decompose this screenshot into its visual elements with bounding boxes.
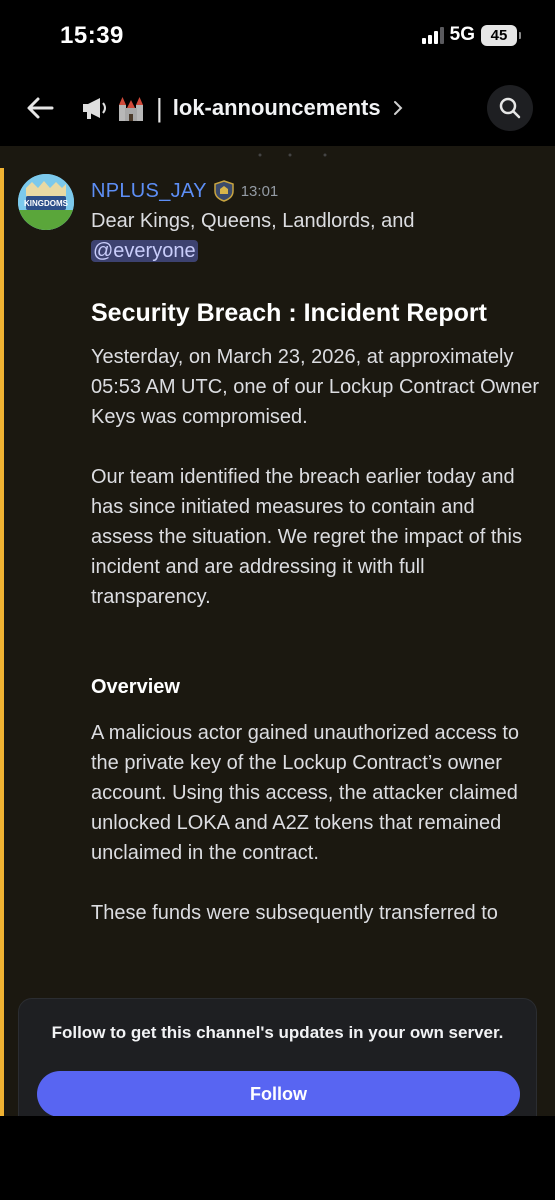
status-time: 15:39 <box>60 22 124 49</box>
search-icon <box>499 97 521 119</box>
chevron-right-icon <box>393 100 403 116</box>
status-bar: 15:39 5G 45 <box>0 0 555 70</box>
scroll-divider <box>240 146 340 157</box>
message-greeting: Dear Kings, Queens, Landlords, and @ever… <box>91 206 541 266</box>
author-name[interactable]: NPLUS_JAY <box>91 180 207 203</box>
mention-highlight-bar <box>0 168 4 1116</box>
avatar[interactable]: KINGDOMS <box>18 174 74 230</box>
message-paragraph: A malicious actor gained unauthorized ac… <box>91 722 520 864</box>
follow-button[interactable]: Follow <box>37 1071 520 1117</box>
message-paragraph: Yesterday, on March 23, 2026, at approxi… <box>91 346 539 428</box>
message-header: NPLUS_JAY 13:01 <box>91 176 541 206</box>
search-button[interactable] <box>487 85 533 131</box>
signal-icon <box>421 26 444 44</box>
follow-prompt-text: Follow to get this channel's updates in … <box>51 1023 504 1042</box>
channel-name: lok-announcements <box>172 95 381 120</box>
message: NPLUS_JAY 13:01 Dear Kings, Queens, Land… <box>91 176 541 928</box>
message-paragraph: Our team identified the breach earlier t… <box>91 466 522 608</box>
bottom-safe-area <box>0 1116 555 1200</box>
back-button[interactable] <box>22 90 58 126</box>
battery-level: 45 <box>490 26 508 44</box>
title-separator: | <box>156 92 163 123</box>
channel-title[interactable]: | lok-announcements <box>80 90 403 126</box>
network-type: 5G <box>449 24 475 45</box>
battery-icon: 45 <box>481 24 521 46</box>
message-timestamp: 13:01 <box>240 182 279 200</box>
report-title: Security Breach : Incident Report <box>91 299 487 327</box>
shield-badge-icon <box>213 180 235 202</box>
message-paragraph: These funds were subsequently transferre… <box>91 902 498 924</box>
megaphone-icon <box>80 93 110 123</box>
status-indicators: 5G 45 <box>421 24 521 46</box>
message-list[interactable]: KINGDOMS NPLUS_JAY 13:01 Dear Kings, Que… <box>0 146 555 1116</box>
overview-heading: Overview <box>91 676 180 698</box>
channel-header: | lok-announcements <box>0 70 555 146</box>
everyone-mention[interactable]: @everyone <box>91 240 198 262</box>
avatar-logo-text: KINGDOMS <box>24 199 69 208</box>
back-arrow-icon <box>27 97 54 119</box>
castle-icon <box>116 93 146 123</box>
greeting-text: Dear Kings, Queens, Landlords, and <box>91 210 415 232</box>
